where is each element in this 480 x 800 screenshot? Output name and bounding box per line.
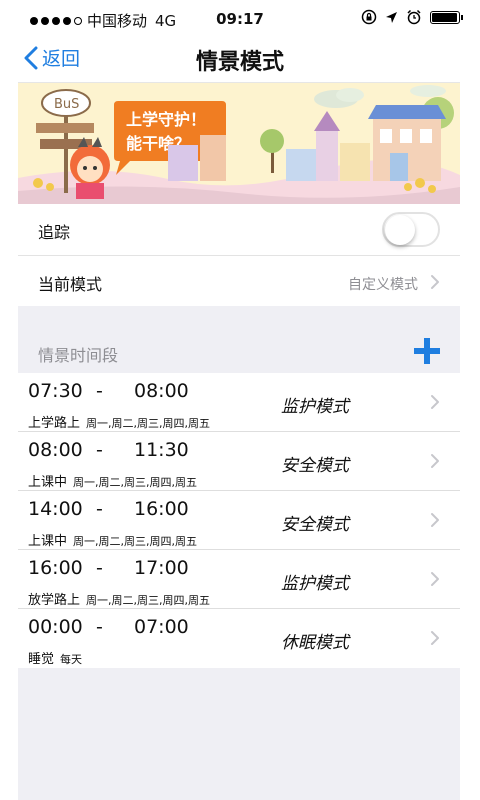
location-arrow-icon: [386, 11, 397, 23]
page-title: 情景模式: [195, 50, 284, 75]
period-name-line: 放学路上 周一,周二,周三,周四,周五: [28, 589, 210, 608]
chevron-right-icon: [431, 454, 439, 468]
period-mode: 休眠模式: [281, 633, 349, 653]
add-period-button[interactable]: [414, 338, 440, 364]
bubble-line-1: 上学守护！: [126, 110, 206, 129]
period-dash: -: [96, 439, 103, 461]
current-mode-value: 自定义模式: [348, 277, 418, 293]
chevron-right-icon: [431, 275, 439, 289]
period-end-time: 16:00: [134, 498, 189, 520]
period-row[interactable]: 16:00- 17:00 放学路上 周一,周二,周三,周四,周五 监护模式: [18, 550, 460, 609]
period-dash: -: [96, 557, 103, 579]
period-end-time: 07:00: [134, 616, 189, 638]
period-start-time: 14:00: [28, 498, 83, 520]
period-list: 07:30-08:00 上学路上 周一,周二,周三,周四,周五 监护模式 08:00-1…: [18, 373, 460, 668]
period-name: 上课中: [28, 475, 68, 490]
period-start-time: 00:00: [28, 616, 83, 638]
period-start-time: 08:00: [28, 439, 83, 461]
period-mode: 安全模式: [281, 456, 349, 476]
period-row[interactable]: 14:00- 16:00 上课中 周一,周二,周三,周四,周五 安全模式: [18, 491, 460, 550]
alarm-icon: [407, 9, 421, 25]
toggle-knob: [385, 215, 415, 245]
time-periods-section: 情景时间段 07:30-08:00 上学路上 周一,周二,周三,周四,周五 监护模式 0…: [18, 306, 460, 800]
period-end-time: 08:00: [134, 380, 189, 402]
period-row[interactable]: 00:00- 07:00 睡觉 每天 休眠模式: [18, 609, 460, 668]
period-mode: 监护模式: [281, 574, 349, 594]
current-mode-label: 当前模式: [38, 275, 103, 294]
status-right: [361, 9, 463, 25]
tracking-toggle[interactable]: [382, 212, 440, 247]
period-days: 周一,周二,周三,周四,周五: [73, 476, 198, 489]
period-name-line: 上课中 周一,周二,周三,周四,周五: [28, 530, 197, 549]
period-end-time: 17:00: [134, 557, 189, 579]
period-end-time: 11:30: [134, 439, 189, 461]
section-title: 情景时间段: [38, 346, 119, 365]
settings-group: 追踪 当前模式 自定义模式: [18, 204, 460, 308]
lock-rotation-icon: [361, 9, 377, 25]
period-days: 每天: [60, 653, 83, 666]
period-days: 周一,周二,周三,周四,周五: [73, 535, 198, 548]
period-days: 周一,周二,周三,周四,周五: [86, 417, 211, 430]
period-dash: -: [96, 616, 103, 638]
navigation-bar: 返回 情景模式: [0, 38, 480, 82]
period-dash: -: [96, 380, 103, 402]
period-mode: 监护模式: [281, 397, 349, 417]
chevron-right-icon: [431, 395, 439, 409]
period-name: 放学路上: [28, 593, 81, 608]
period-name: 上课中: [28, 534, 68, 549]
period-row[interactable]: 08:00- 11:30 上课中 周一,周二,周三,周四,周五 安全模式: [18, 432, 460, 491]
period-days: 周一,周二,周三,周四,周五: [86, 594, 211, 607]
promo-banner[interactable]: BuS 上学守护！ 能干啥？: [18, 82, 460, 204]
bus-sign-text: BuS: [54, 97, 79, 112]
period-name-line: 上学路上 周一,周二,周三,周四,周五: [28, 412, 210, 431]
period-row[interactable]: 07:30- 08:00 上学路上 周一,周二,周三,周四,周五 监护模式: [18, 373, 460, 432]
chevron-right-icon: [431, 513, 439, 527]
chevron-right-icon: [431, 572, 439, 586]
chevron-right-icon: [431, 631, 439, 645]
period-name: 睡觉: [28, 652, 55, 667]
current-mode-row[interactable]: 当前模式 自定义模式: [18, 256, 460, 308]
period-name: 上学路上: [28, 416, 81, 431]
battery-fill: [432, 12, 457, 22]
period-start-time: 16:00: [28, 557, 83, 579]
period-start-time: 07:30: [28, 380, 83, 402]
period-mode: 安全模式: [281, 515, 349, 535]
battery-icon: [430, 10, 463, 24]
section-header: 情景时间段: [18, 306, 460, 373]
period-name-line: 上课中 周一,周二,周三,周四,周五: [28, 471, 197, 490]
tracking-label: 追踪: [38, 223, 71, 242]
status-bar: 中国移动 4G 09:17: [0, 0, 480, 38]
tracking-row: 追踪: [18, 204, 460, 256]
banner-illustration: BuS 上学守护！ 能干啥？: [18, 83, 460, 204]
period-dash: -: [96, 498, 103, 520]
period-name-line: 睡觉 每天: [28, 648, 82, 667]
